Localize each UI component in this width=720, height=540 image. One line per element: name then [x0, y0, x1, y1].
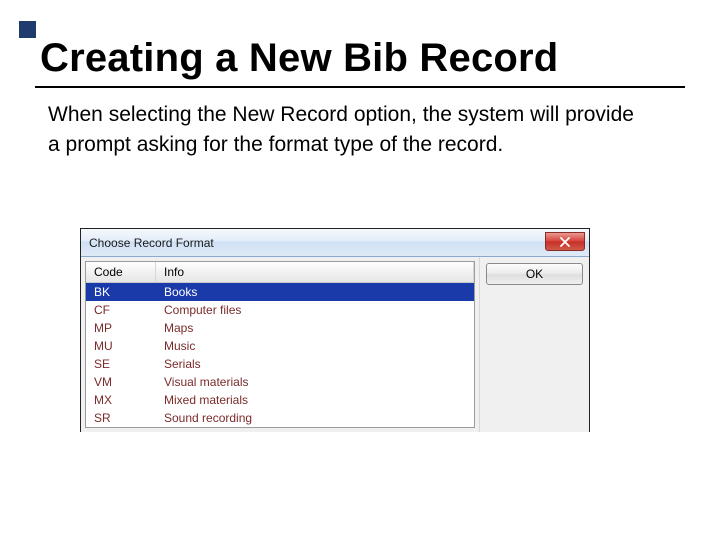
format-code: CF — [86, 301, 156, 319]
format-code: SR — [86, 409, 156, 427]
format-code: VM — [86, 373, 156, 391]
slide-heading: Creating a New Bib Record — [40, 36, 558, 81]
column-header-code[interactable]: Code — [86, 262, 156, 282]
column-header-info[interactable]: Info — [156, 262, 474, 282]
heading-underline — [35, 86, 685, 88]
format-code: MU — [86, 337, 156, 355]
format-row[interactable]: BKBooks — [86, 283, 474, 301]
format-row[interactable]: MUMusic — [86, 337, 474, 355]
format-row[interactable]: CFComputer files — [86, 301, 474, 319]
dialog-titlebar: Choose Record Format — [81, 229, 589, 257]
format-info: Serials — [156, 355, 474, 373]
close-button[interactable] — [545, 232, 585, 251]
format-info: Computer files — [156, 301, 474, 319]
format-row[interactable]: MPMaps — [86, 319, 474, 337]
slide-paragraph: When selecting the New Record option, th… — [48, 100, 648, 161]
format-info: Maps — [156, 319, 474, 337]
format-list: Code Info BKBooksCFComputer filesMPMapsM… — [85, 261, 475, 428]
format-code: SE — [86, 355, 156, 373]
format-code: BK — [86, 283, 156, 301]
format-code: MX — [86, 391, 156, 409]
choose-record-format-dialog: Choose Record Format Code Info BKBooksCF… — [80, 228, 590, 432]
format-row[interactable]: SESerials — [86, 355, 474, 373]
format-row[interactable]: VMVisual materials — [86, 373, 474, 391]
list-header-row: Code Info — [86, 262, 474, 283]
ok-button[interactable]: OK — [486, 263, 583, 285]
format-info: Music — [156, 337, 474, 355]
format-info: Books — [156, 283, 474, 301]
format-code: MP — [86, 319, 156, 337]
format-row[interactable]: SRSound recording — [86, 409, 474, 427]
dialog-side-panel: OK — [479, 257, 589, 432]
format-info: Mixed materials — [156, 391, 474, 409]
dialog-body: Code Info BKBooksCFComputer filesMPMapsM… — [81, 257, 589, 432]
format-info: Sound recording — [156, 409, 474, 427]
format-info: Visual materials — [156, 373, 474, 391]
dialog-title: Choose Record Format — [89, 236, 214, 250]
format-row[interactable]: MXMixed materials — [86, 391, 474, 409]
slide-bullet — [16, 18, 36, 38]
close-icon — [560, 237, 570, 247]
